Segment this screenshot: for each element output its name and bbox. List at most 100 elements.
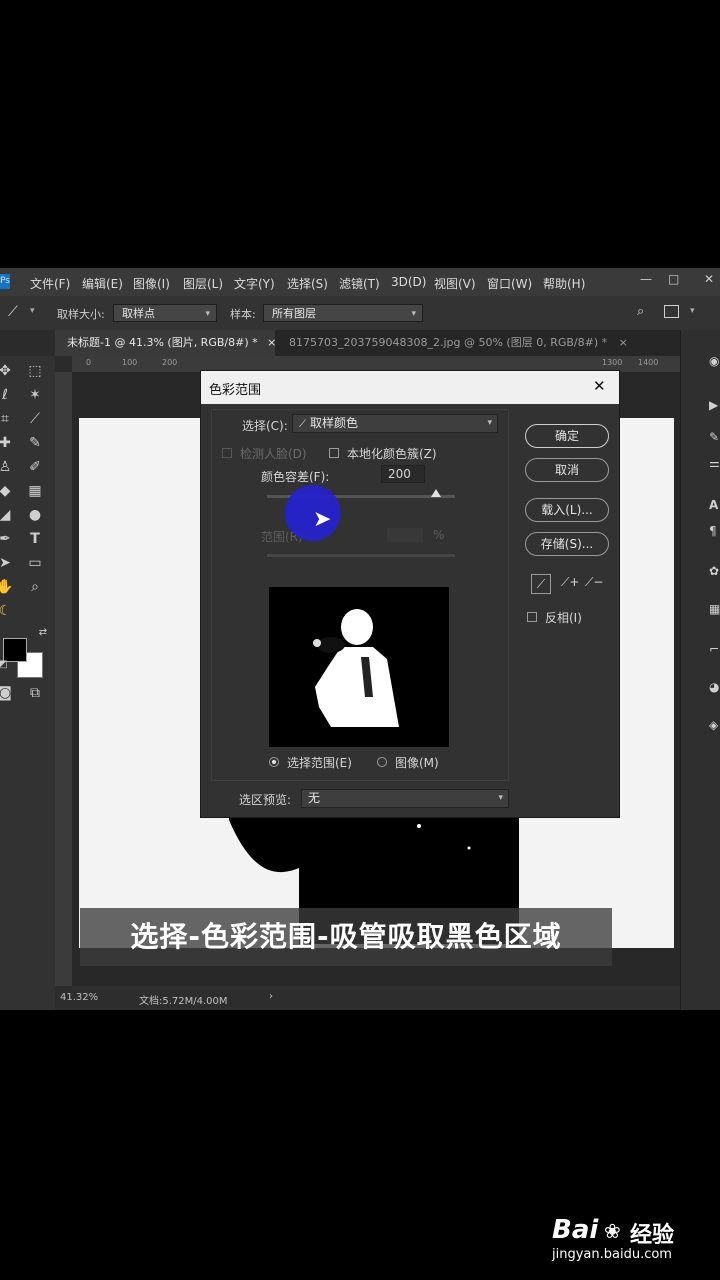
selection-preview bbox=[269, 587, 449, 747]
eyedropper-tool-icon[interactable]: ⟋ bbox=[8, 304, 18, 320]
maximize-button[interactable]: □ bbox=[668, 272, 679, 286]
menu-select[interactable]: 选择(S) bbox=[287, 275, 328, 292]
ok-button[interactable]: 确定 bbox=[525, 424, 609, 448]
menu-type[interactable]: 文字(Y) bbox=[234, 275, 275, 292]
default-colors-icon[interactable]: ◩ bbox=[0, 656, 12, 674]
preview-silhouette bbox=[313, 609, 399, 727]
dodge-tool-icon[interactable]: ● bbox=[26, 506, 44, 524]
close-tab-icon[interactable]: × bbox=[267, 336, 276, 349]
save-button[interactable]: 存储(S)... bbox=[525, 532, 609, 556]
lasso-tool-icon[interactable]: ℓ bbox=[0, 386, 14, 404]
detect-faces-checkbox[interactable] bbox=[222, 448, 232, 458]
menu-file[interactable]: 文件(F) bbox=[30, 275, 70, 292]
history-brush-icon[interactable]: ✐ bbox=[26, 458, 44, 476]
adjust-icon[interactable]: ✎ bbox=[709, 430, 720, 444]
fuzziness-label: 颜色容差(F): bbox=[261, 470, 330, 484]
paragraph-icon[interactable]: ¶ bbox=[709, 524, 720, 538]
type-tool-icon[interactable]: T bbox=[26, 530, 44, 548]
edit-toolbar-icon[interactable]: ☾ bbox=[0, 602, 14, 620]
menu-layer[interactable]: 图层(L) bbox=[183, 275, 223, 292]
ruler-tick: 0 bbox=[86, 358, 92, 367]
load-button[interactable]: 载入(L)... bbox=[525, 498, 609, 522]
vertical-ruler bbox=[55, 372, 72, 986]
blur-tool-icon[interactable]: ◢ bbox=[0, 506, 14, 524]
menu-image[interactable]: 图像(I) bbox=[133, 275, 170, 292]
zoom-level[interactable]: 41.32% bbox=[60, 992, 98, 1003]
dialog-close-icon[interactable]: ✕ bbox=[593, 377, 606, 395]
menu-edit[interactable]: 编辑(E) bbox=[82, 275, 123, 292]
ps-logo: Ps bbox=[0, 274, 10, 289]
preview-mode-label: 选区预览: bbox=[239, 793, 292, 807]
localized-clusters-checkbox[interactable] bbox=[329, 448, 339, 458]
layers-icon[interactable]: ◈ bbox=[709, 718, 720, 732]
chevron-down-icon[interactable]: ▾ bbox=[690, 306, 695, 316]
ruler-tick: 200 bbox=[162, 358, 178, 367]
hand-tool-icon[interactable]: ✋ bbox=[0, 578, 14, 596]
status-menu-arrow[interactable]: › bbox=[269, 991, 273, 1002]
screen-mode-icon[interactable]: ⧉ bbox=[26, 684, 44, 702]
baidu-watermark: Bai ❀ 经验 jingyan.baidu.com bbox=[552, 1215, 720, 1275]
menu-help[interactable]: 帮助(H) bbox=[543, 275, 585, 292]
path-select-icon[interactable]: ➤ bbox=[0, 554, 14, 572]
pen-tool-icon[interactable]: ✒ bbox=[0, 530, 14, 548]
eyedropper-icon: ⟋ bbox=[299, 419, 306, 430]
eyedropper-minus-icon[interactable]: ⟋− bbox=[585, 575, 603, 590]
select-dropdown[interactable]: ⟋ 取样颜色 ▾ bbox=[292, 414, 498, 433]
tab-untitled[interactable]: 未标题-1 @ 41.3% (图片, RGB/8#) * × bbox=[55, 330, 276, 356]
preview-mode-dropdown[interactable]: 无 ▾ bbox=[301, 789, 509, 808]
sample-size-select[interactable]: 取样点 ▾ bbox=[113, 304, 217, 322]
image-radio[interactable] bbox=[377, 757, 387, 767]
sample-select[interactable]: 所有图层 ▾ bbox=[263, 304, 423, 322]
healing-brush-icon[interactable]: ✚ bbox=[0, 434, 14, 452]
eyedropper-icon[interactable]: ⟋ bbox=[26, 410, 44, 428]
fuzziness-slider-thumb[interactable] bbox=[431, 489, 442, 497]
paw-icon: ❀ bbox=[604, 1219, 621, 1243]
shape-tool-icon[interactable]: ▭ bbox=[26, 554, 44, 572]
selection-radio[interactable] bbox=[269, 757, 279, 767]
swap-colors-icon[interactable]: ⇄ bbox=[34, 624, 52, 642]
dialog-title: 色彩范围 bbox=[209, 383, 262, 398]
menu-window[interactable]: 窗口(W) bbox=[487, 275, 532, 292]
tab-jpg[interactable]: 8175703_203759048308_2.jpg @ 50% (图层 0, … bbox=[277, 330, 628, 356]
magic-wand-icon[interactable]: ✶ bbox=[26, 386, 44, 404]
eraser-tool-icon[interactable]: ◆ bbox=[0, 482, 14, 500]
image-radio-label: 图像(M) bbox=[395, 756, 439, 770]
crop-tool-icon[interactable]: ⌗ bbox=[0, 410, 14, 428]
path-icon[interactable]: ⌐ bbox=[709, 642, 720, 656]
zoom-tool-icon[interactable]: ⌕ bbox=[26, 578, 44, 596]
marquee-tool-icon[interactable]: ⬚ bbox=[26, 362, 44, 380]
cancel-button[interactable]: 取消 bbox=[525, 458, 609, 482]
chevron-down-icon: ▾ bbox=[205, 309, 210, 319]
select-label: 选择(C): bbox=[242, 419, 288, 433]
eyedropper-icon[interactable]: ⟋ bbox=[531, 574, 551, 594]
move-tool-icon[interactable]: ✥ bbox=[0, 362, 14, 380]
range-input bbox=[387, 528, 423, 542]
tutorial-caption: 选择-色彩范围-吸管吸取黑色区域 bbox=[80, 908, 612, 966]
stamp-tool-icon[interactable]: ♙ bbox=[0, 458, 14, 476]
menu-view[interactable]: 视图(V) bbox=[434, 275, 476, 292]
color-palette-icon[interactable]: ✿ bbox=[709, 564, 720, 578]
fuzziness-input[interactable]: 200 bbox=[381, 465, 425, 483]
workspace-icon[interactable] bbox=[664, 305, 679, 318]
close-window-button[interactable]: ✕ bbox=[704, 272, 714, 286]
menu-3d[interactable]: 3D(D) bbox=[391, 275, 426, 289]
play-icon[interactable]: ▶ bbox=[709, 398, 720, 412]
channels-icon[interactable]: ◕ bbox=[709, 680, 720, 694]
panel-icon[interactable]: ◉ bbox=[709, 354, 720, 368]
mouse-cursor-icon: ➤ bbox=[313, 507, 332, 532]
grid-icon[interactable]: ▦ bbox=[709, 602, 720, 616]
chevron-down-icon[interactable]: ▾ bbox=[30, 306, 35, 316]
gradient-tool-icon[interactable]: ▦ bbox=[26, 482, 44, 500]
menu-filter[interactable]: 滤镜(T) bbox=[339, 275, 380, 292]
chevron-down-icon: ▾ bbox=[411, 309, 416, 319]
ruler-tick: 1300 bbox=[602, 358, 623, 367]
eyedropper-plus-icon[interactable]: ⟋+ bbox=[561, 575, 579, 590]
character-icon[interactable]: A bbox=[709, 498, 720, 512]
quick-mask-icon[interactable]: ◙ bbox=[0, 684, 14, 702]
close-tab-icon[interactable]: × bbox=[619, 336, 628, 349]
minimize-button[interactable]: — bbox=[640, 272, 652, 286]
brush-tool-icon[interactable]: ✎ bbox=[26, 434, 44, 452]
search-icon[interactable]: ⌕ bbox=[637, 304, 644, 319]
brush-settings-icon[interactable]: ⚌ bbox=[709, 456, 720, 470]
invert-checkbox[interactable] bbox=[527, 612, 537, 622]
